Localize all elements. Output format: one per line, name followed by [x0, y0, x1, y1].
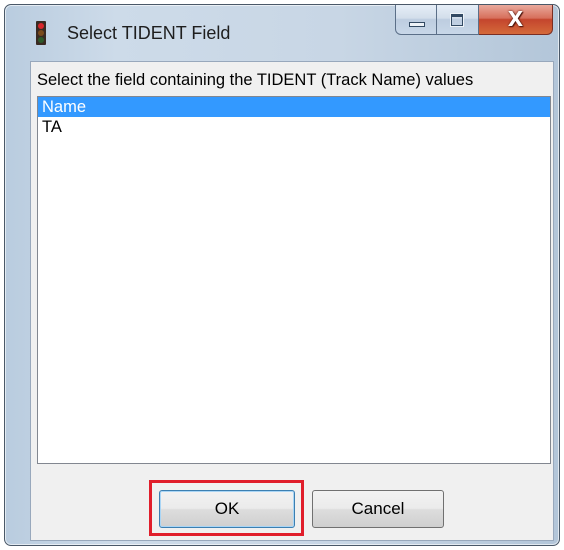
close-icon: X: [507, 7, 524, 31]
dialog-client-area: Select the field containing the TIDENT (…: [30, 61, 554, 541]
title-bar[interactable]: Select TIDENT Field X: [5, 5, 559, 61]
list-item-ta[interactable]: TA: [38, 117, 550, 137]
close-button[interactable]: X: [479, 5, 553, 35]
cancel-button[interactable]: Cancel: [312, 490, 444, 528]
list-item-name[interactable]: Name: [38, 97, 550, 117]
traffic-light-icon: [36, 21, 46, 45]
dialog-window: Select TIDENT Field X Select the field c…: [4, 4, 560, 546]
field-list[interactable]: Name TA: [37, 96, 551, 464]
ok-button[interactable]: OK: [159, 490, 295, 528]
minimize-icon: [409, 22, 425, 27]
minimize-button[interactable]: [395, 5, 437, 35]
window-title: Select TIDENT Field: [67, 23, 231, 43]
prompt-label: Select the field containing the TIDENT (…: [37, 71, 474, 89]
maximize-icon: [451, 14, 463, 26]
maximize-button[interactable]: [437, 5, 479, 35]
caption-buttons: X: [395, 5, 553, 37]
